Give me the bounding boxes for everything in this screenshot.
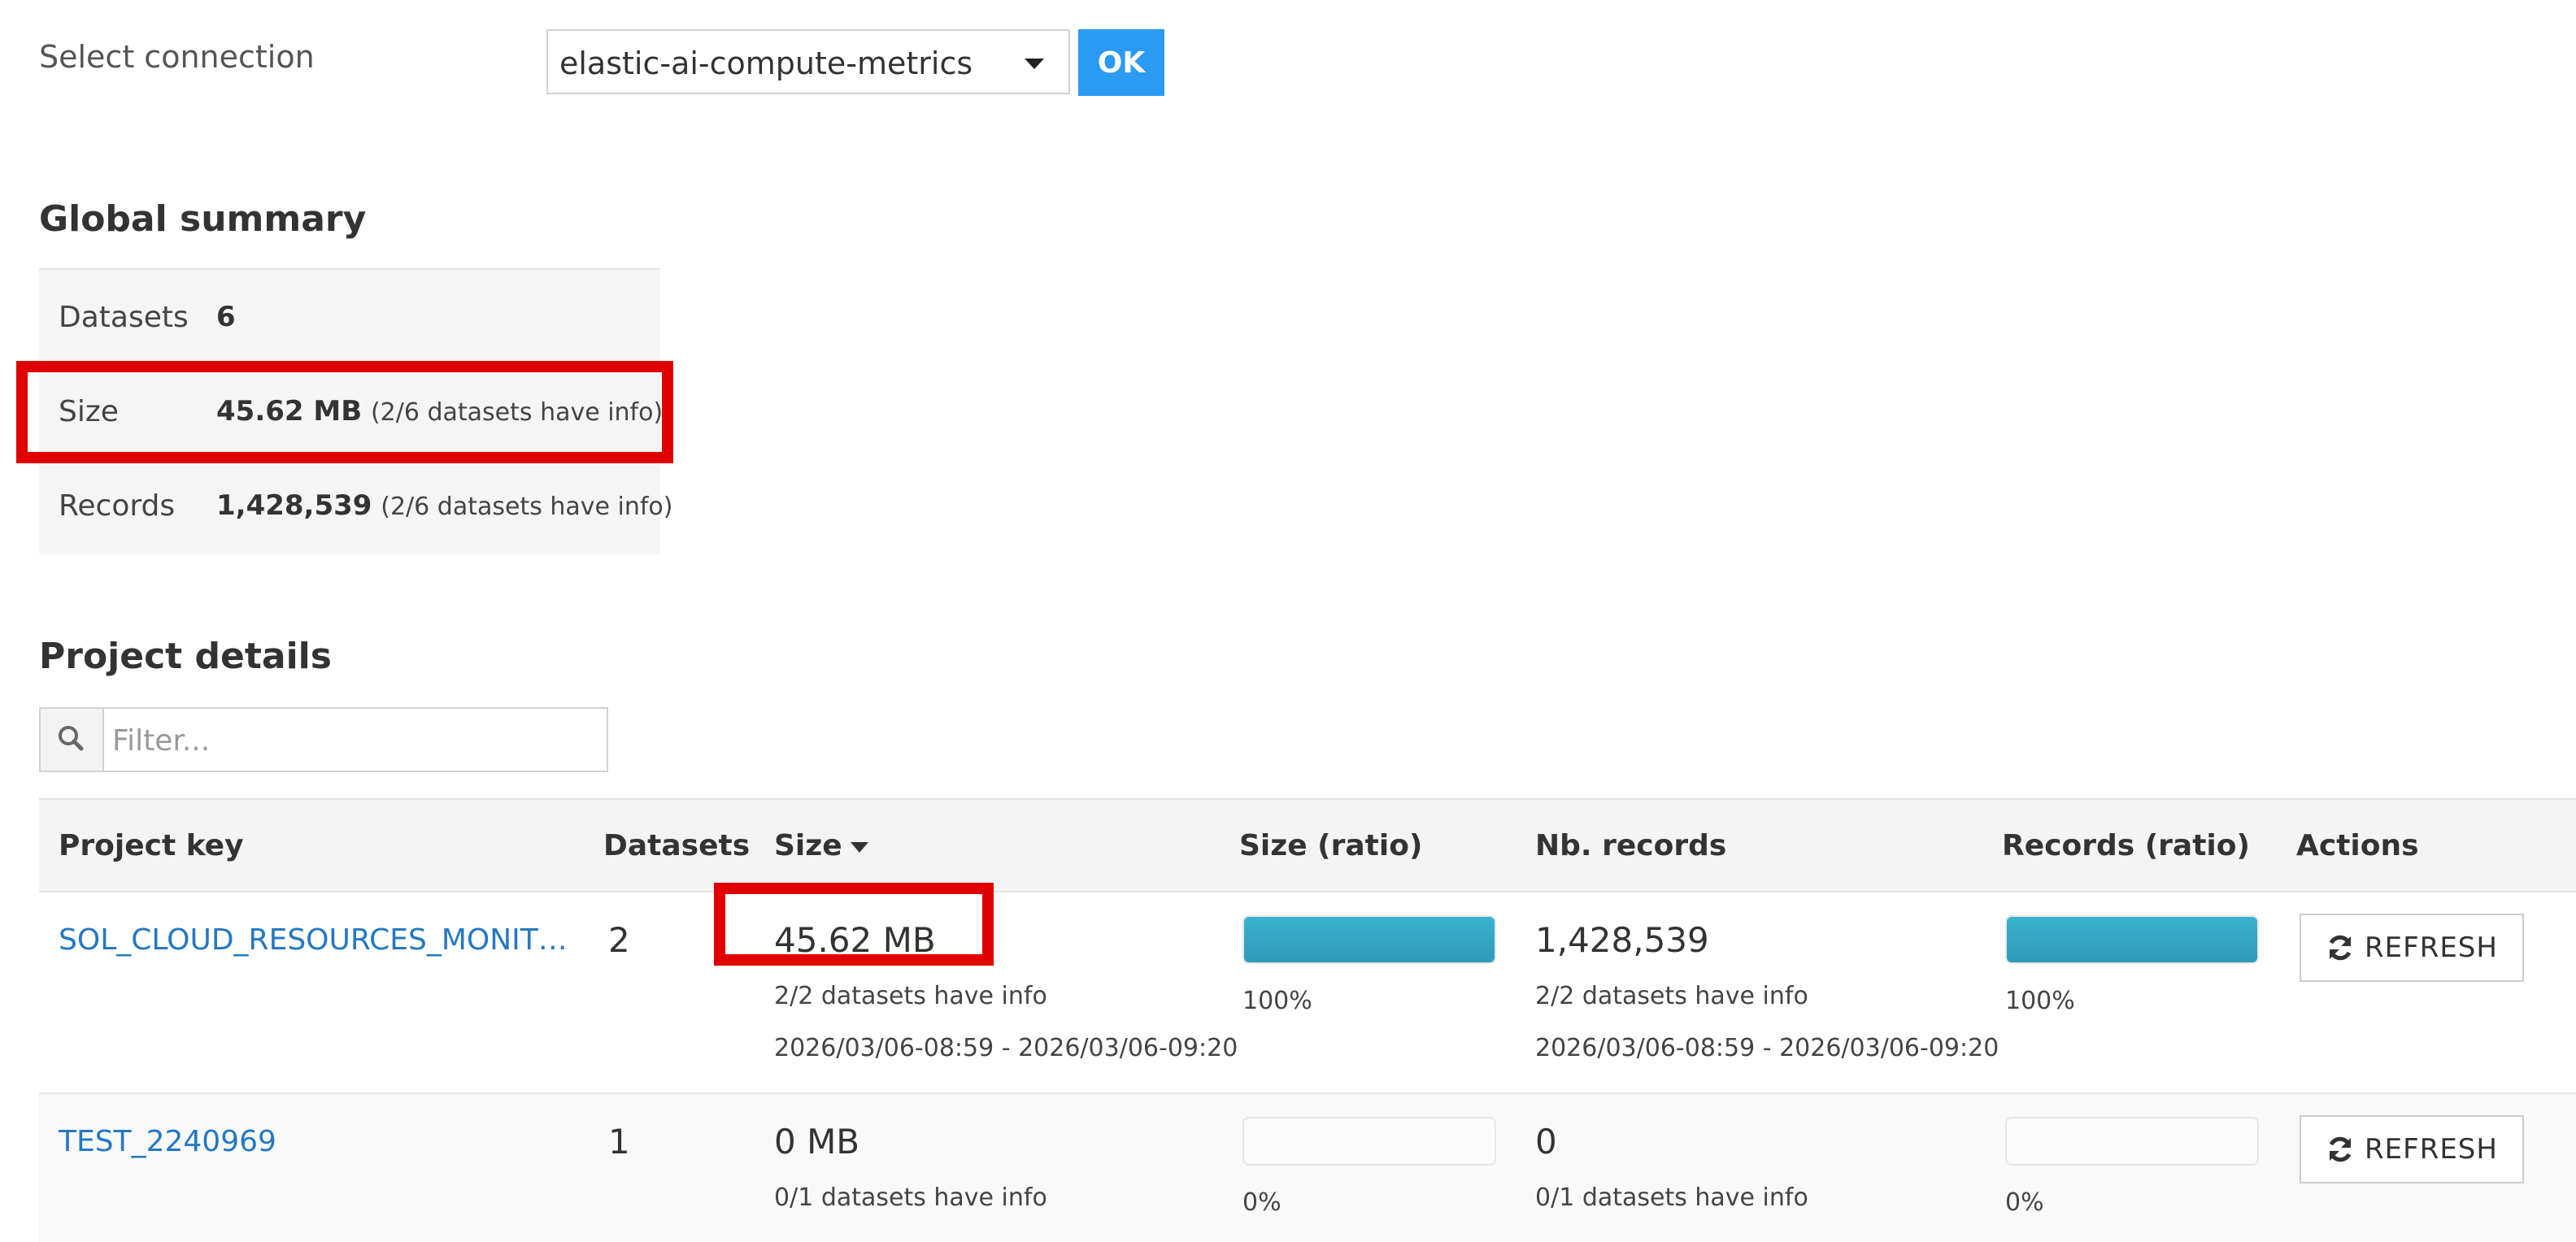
- column-header-nb-records[interactable]: Nb. records: [1535, 829, 1726, 862]
- records-value: 1,428,539: [1535, 920, 1709, 960]
- records-range: 2026/03/06-08:59 - 2026/03/06-09:20: [1535, 1034, 1999, 1062]
- summary-key: Datasets: [59, 301, 189, 334]
- global-summary-title: Global summary: [39, 198, 367, 240]
- refresh-button-label: REFRESH: [2365, 1133, 2498, 1166]
- summary-row-datasets: Datasets 6: [39, 270, 660, 364]
- size-ratio-bar: [1242, 1117, 1496, 1166]
- ok-button[interactable]: OK: [1078, 29, 1164, 96]
- size-ratio-label: 0%: [1242, 1188, 1281, 1217]
- column-header-datasets[interactable]: Datasets: [603, 829, 750, 862]
- search-icon: [41, 709, 104, 771]
- column-header-size-label: Size: [774, 829, 842, 862]
- global-summary-table: Datasets 6 Size 45.62 MB (2/6 datasets h…: [39, 268, 672, 554]
- size-ratio-bar: [1242, 915, 1496, 964]
- column-header-records-ratio[interactable]: Records (ratio): [2002, 829, 2250, 862]
- summary-key: Records: [59, 489, 176, 523]
- records-info: 2/2 datasets have info: [1535, 982, 1808, 1010]
- refresh-icon: [2329, 935, 2352, 961]
- column-header-actions: Actions: [2296, 829, 2419, 862]
- table-row: TEST_2240969 1 0 MB 0/1 datasets have in…: [39, 1094, 2576, 1242]
- records-value: 0: [1535, 1122, 1557, 1162]
- size-ratio-label: 100%: [1242, 987, 1312, 1015]
- connection-select-value: elastic-ai-compute-metrics: [559, 46, 973, 81]
- filter-box: [39, 707, 608, 772]
- chevron-down-icon: [1025, 59, 1044, 69]
- refresh-button[interactable]: REFRESH: [2300, 914, 2524, 982]
- summary-value-main: 1,428,539: [216, 489, 372, 522]
- size-value: 0 MB: [774, 1122, 860, 1162]
- summary-value-note: (2/6 datasets have info): [370, 398, 664, 427]
- summary-value: 45.62 MB (2/6 datasets have info): [216, 395, 663, 428]
- project-key-link[interactable]: SOL_CLOUD_RESOURCES_MONIT…: [59, 923, 568, 957]
- connection-label: Select connection: [39, 39, 315, 75]
- summary-value: 6: [216, 301, 236, 333]
- size-info: 2/2 datasets have info: [774, 982, 1047, 1010]
- summary-value-note: (2/6 datasets have info): [381, 493, 673, 521]
- records-ratio-label: 0%: [2005, 1188, 2044, 1217]
- summary-row-size: Size 45.62 MB (2/6 datasets have info): [39, 364, 663, 458]
- size-ratio-fill: [1244, 917, 1495, 962]
- sort-desc-icon: [850, 841, 868, 853]
- datasets-count: 1: [608, 1122, 630, 1162]
- refresh-button[interactable]: REFRESH: [2300, 1115, 2524, 1183]
- summary-value: 1,428,539 (2/6 datasets have info): [216, 489, 672, 522]
- size-info: 0/1 datasets have info: [774, 1183, 1047, 1212]
- connection-select[interactable]: elastic-ai-compute-metrics: [546, 29, 1070, 94]
- refresh-button-label: REFRESH: [2365, 932, 2498, 964]
- table-header: Project key Datasets Size Size (ratio) N…: [39, 798, 2576, 892]
- table-row: SOL_CLOUD_RESOURCES_MONIT… 2 45.62 MB 2/…: [39, 892, 2576, 1094]
- datasets-count: 2: [608, 920, 630, 960]
- summary-value-main: 6: [216, 301, 236, 333]
- column-header-size-ratio[interactable]: Size (ratio): [1239, 829, 1422, 862]
- summary-value-main: 45.62 MB: [216, 395, 363, 428]
- records-ratio-fill: [2007, 917, 2257, 962]
- records-info: 0/1 datasets have info: [1535, 1183, 1808, 1212]
- size-range: 2026/03/06-08:59 - 2026/03/06-09:20: [774, 1034, 1238, 1062]
- project-key-link[interactable]: TEST_2240969: [59, 1125, 276, 1158]
- project-details-title: Project details: [39, 636, 332, 677]
- page: Select connection elastic-ai-compute-met…: [0, 0, 2576, 1242]
- records-ratio-label: 100%: [2005, 987, 2075, 1015]
- summary-key: Size: [59, 395, 119, 428]
- column-header-size[interactable]: Size: [774, 829, 868, 862]
- records-ratio-bar: [2005, 1117, 2259, 1166]
- summary-row-records: Records 1,428,539 (2/6 datasets have inf…: [39, 458, 672, 553]
- size-value: 45.62 MB: [774, 920, 936, 960]
- records-ratio-bar: [2005, 915, 2259, 964]
- column-header-project-key[interactable]: Project key: [59, 829, 244, 862]
- filter-input[interactable]: [111, 717, 594, 764]
- refresh-icon: [2329, 1136, 2352, 1162]
